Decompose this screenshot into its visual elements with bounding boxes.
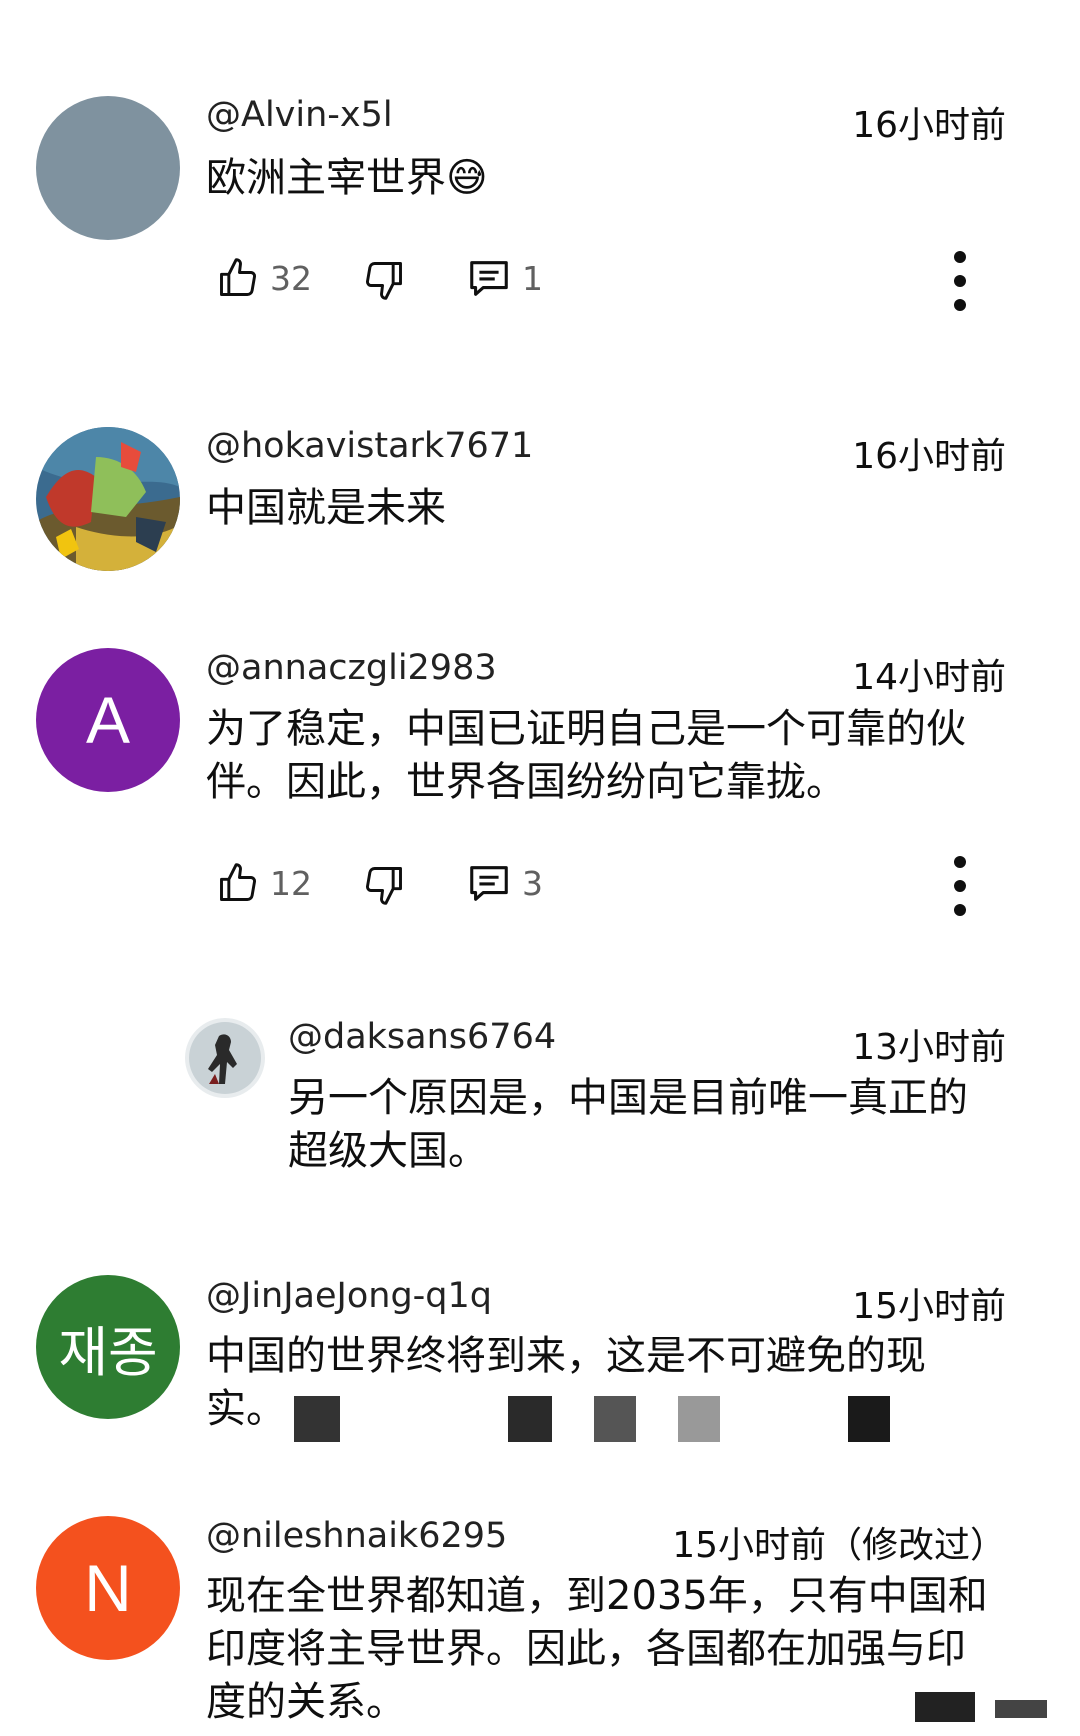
thumbs-down-icon (366, 262, 402, 300)
comment-text-line: 超级大国。 (288, 1128, 488, 1174)
comment-text: 另一个原因是，中国是目前唯一真正的 超级大国。 (288, 1072, 968, 1178)
avatar-initial: A (85, 683, 131, 757)
comment-text: 欧洲主宰世界😅 (206, 152, 488, 205)
sweat-smile-emoji: 😅 (446, 155, 488, 201)
comment-text: 为了稳定，中国已证明自己是一个可靠的伙 伴。因此，世界各国纷纷向它靠拢。 (206, 703, 966, 809)
like-count: 12 (270, 863, 312, 903)
comment-text-line: 另一个原因是，中国是目前唯一真正的 (288, 1075, 968, 1121)
avatar[interactable]: N (36, 1516, 180, 1660)
thumbs-up-icon (220, 863, 256, 901)
comment-text-line: 现在全世界都知道，到2035年，只有中国和 (206, 1573, 988, 1619)
reply-button[interactable]: 3 (466, 855, 543, 911)
avatar[interactable]: A (36, 648, 180, 792)
like-button[interactable]: 32 (216, 250, 312, 306)
more-options-icon[interactable] (950, 251, 970, 311)
comment-time: 16小时前 (852, 105, 1006, 146)
more-options-icon[interactable] (950, 856, 970, 916)
avatar[interactable] (185, 1018, 265, 1098)
comment-time: 15小时前 (852, 1286, 1006, 1327)
comment-author[interactable]: @JinJaeJong-q1q (206, 1276, 492, 1316)
comment-author[interactable]: @nileshnaik6295 (206, 1516, 507, 1556)
dislike-button[interactable] (362, 857, 406, 913)
comment-time: 16小时前 (852, 436, 1006, 477)
comment-text-line: 中国的世界终将到来，这是不可避免的现 (206, 1333, 926, 1379)
profile-image (36, 427, 180, 571)
avatar[interactable] (36, 427, 180, 571)
thumbs-down-icon (366, 867, 402, 905)
reply-button[interactable]: 1 (466, 250, 543, 306)
thumbs-up-icon (220, 258, 256, 296)
reply-count: 3 (522, 863, 543, 903)
comment-time: 13小时前 (852, 1027, 1006, 1068)
comment-author[interactable]: @annaczgli2983 (206, 648, 497, 688)
comment-text-line: 伴。因此，世界各国纷纷向它靠拢。 (206, 759, 846, 805)
avatar[interactable]: 재종 (36, 1275, 180, 1419)
comment-text: 现在全世界都知道，到2035年，只有中国和 印度将主导世界。因此，各国都在加强与… (206, 1570, 988, 1729)
avatar[interactable] (36, 96, 180, 240)
comment-text-line: 印度将主导世界。因此，各国都在加强与印 (206, 1626, 966, 1672)
comment-time: 15小时前（修改过） (672, 1525, 1006, 1566)
comment-text-line: 为了稳定，中国已证明自己是一个可靠的伙 (206, 706, 966, 752)
comment-text: 中国就是未来 (206, 485, 446, 531)
reply-count: 1 (522, 258, 543, 298)
like-count: 32 (270, 258, 312, 298)
comment-author[interactable]: @daksans6764 (288, 1017, 556, 1057)
comment-author[interactable]: @Alvin-x5l (206, 95, 393, 135)
like-button[interactable]: 12 (216, 855, 312, 911)
dislike-button[interactable] (362, 252, 406, 308)
comment-time: 14小时前 (852, 657, 1006, 698)
avatar-initial: 재종 (58, 1322, 158, 1383)
comment-author[interactable]: @hokavistark7671 (206, 426, 533, 466)
profile-image (185, 1018, 265, 1098)
comment-text-content: 欧洲主宰世界 (206, 155, 446, 201)
avatar-initial: N (84, 1551, 132, 1625)
comment-icon (470, 866, 508, 901)
comment-text-line: 度的关系。 (206, 1679, 406, 1725)
comment-icon (470, 261, 508, 296)
